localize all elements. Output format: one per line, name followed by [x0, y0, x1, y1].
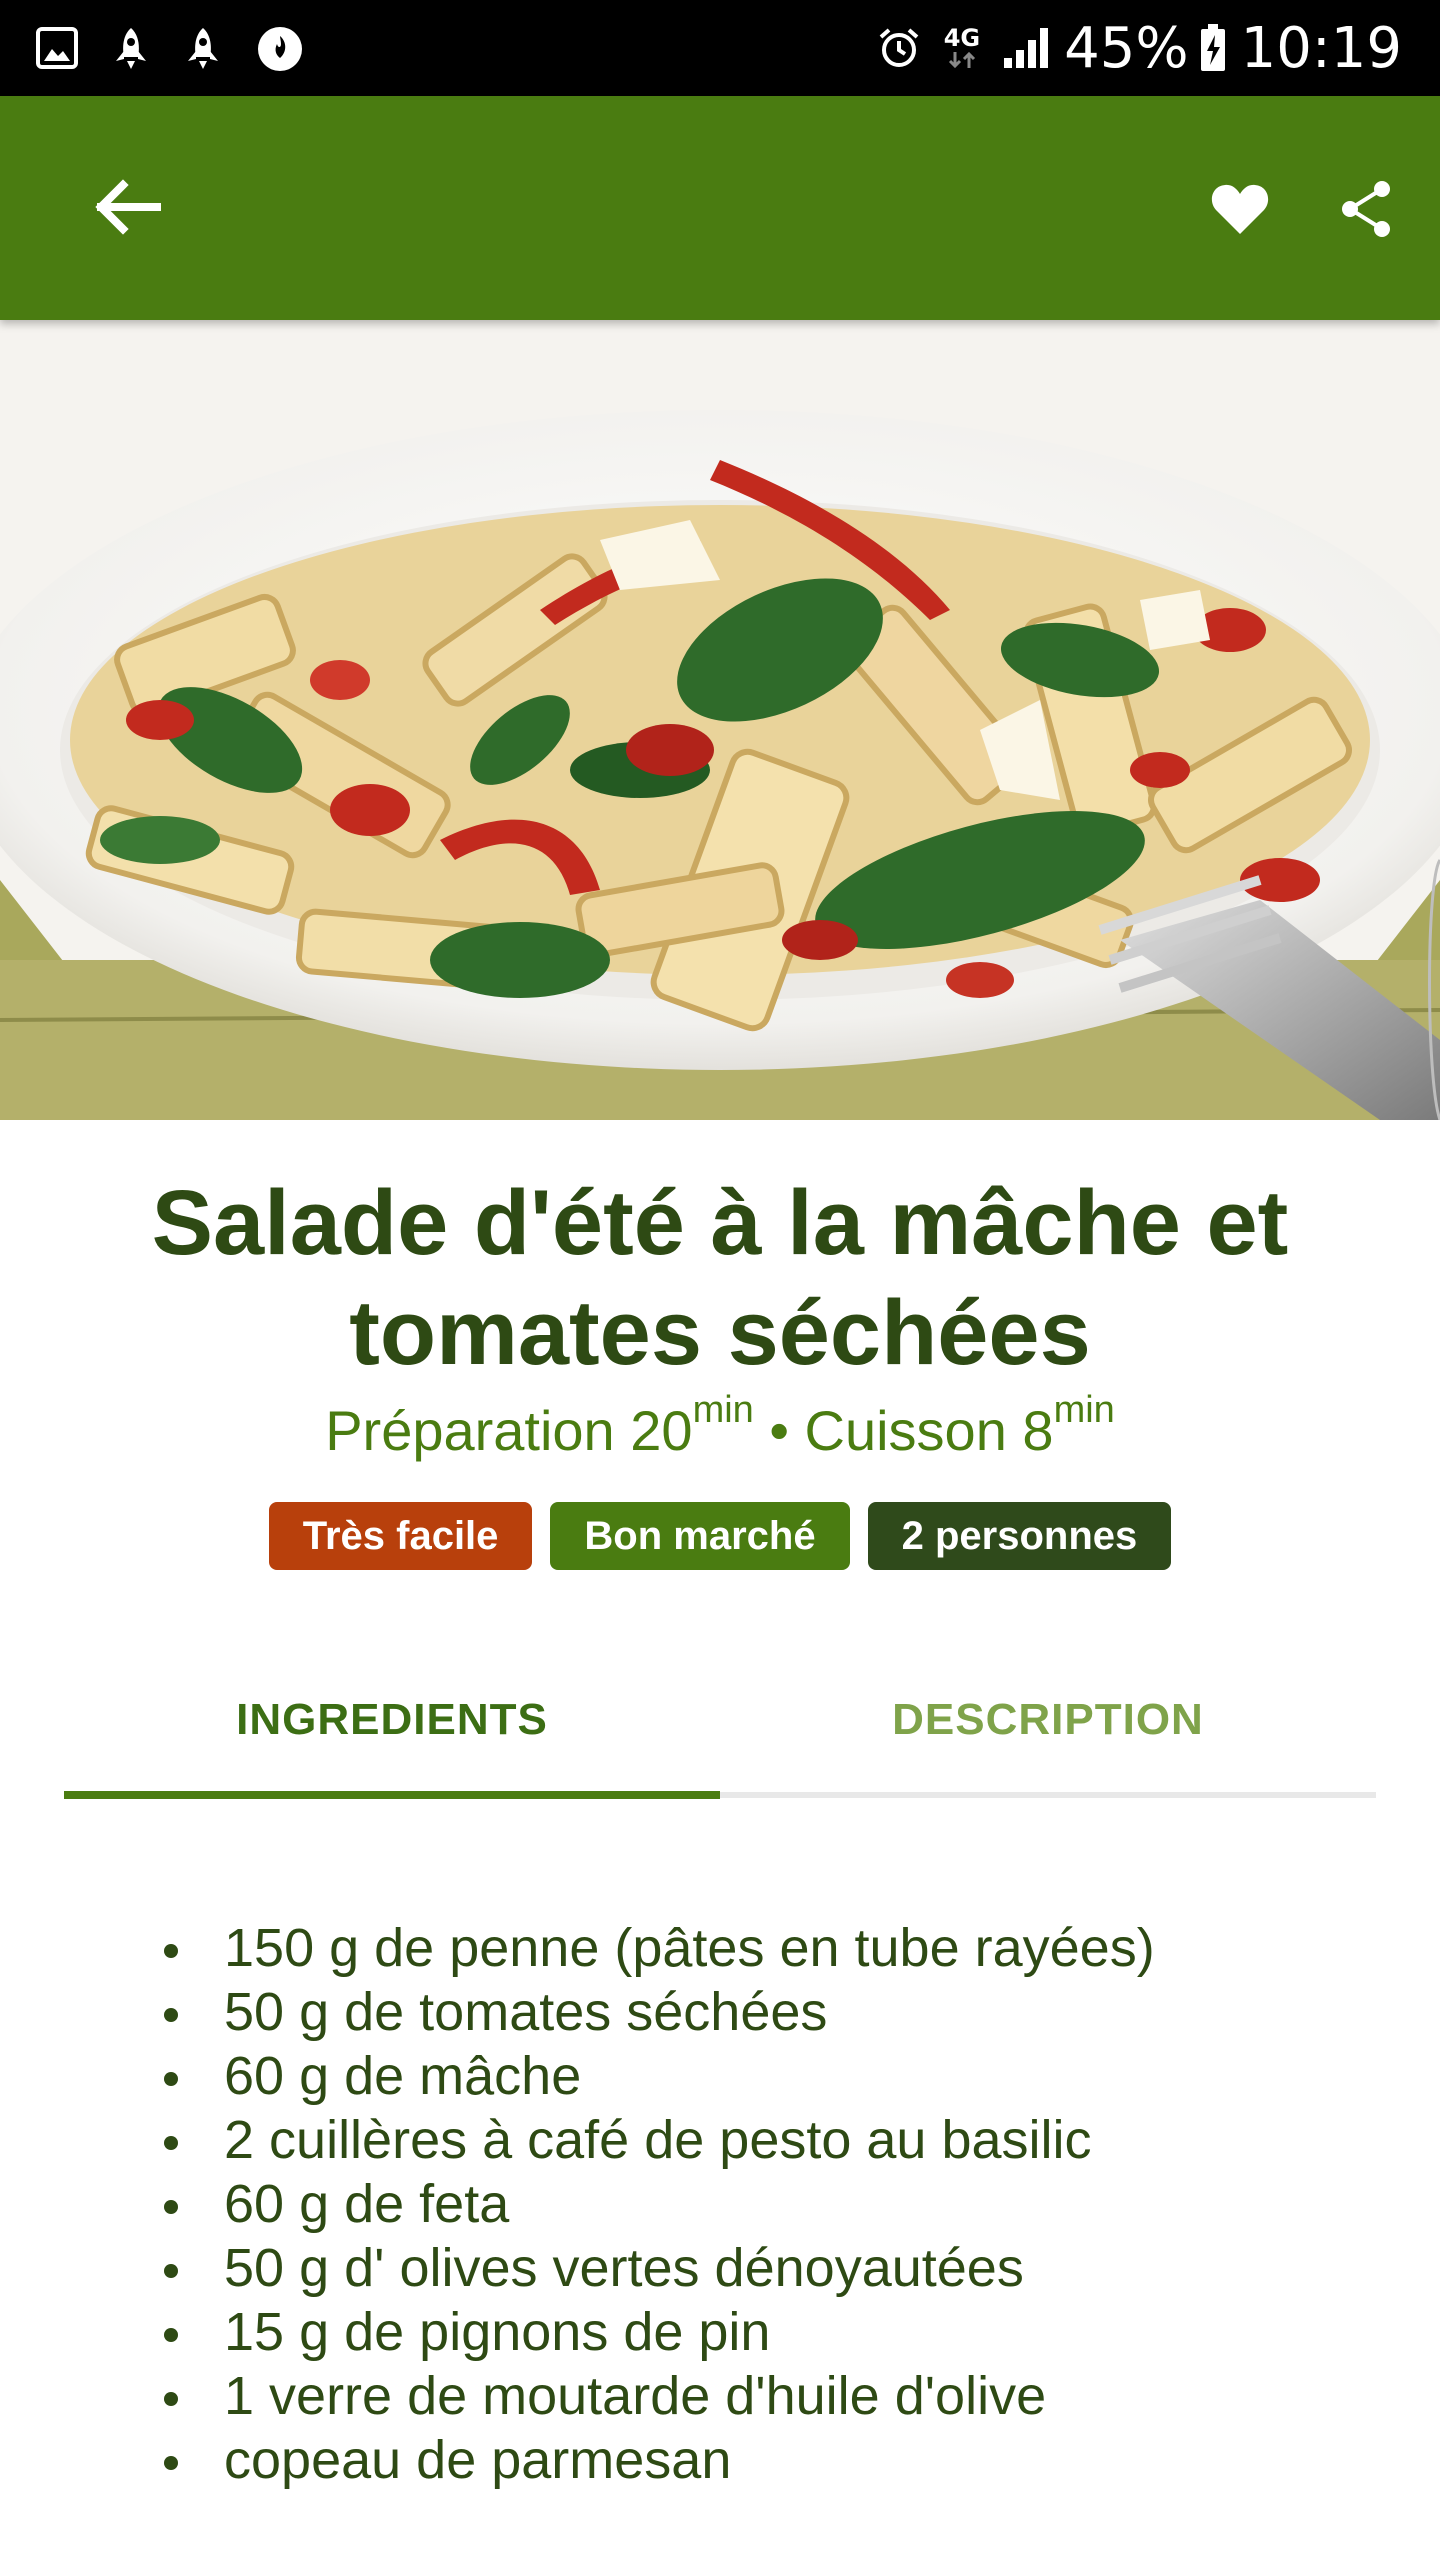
list-item: 150 g de penne (pâtes en tube rayées)	[160, 1916, 1360, 1980]
list-item: 1 verre de moutarde d'huile d'olive	[160, 2364, 1360, 2428]
cook-time-label: Cuisson 8	[804, 1399, 1054, 1462]
status-system: 4G 45% 10:19	[854, 16, 1402, 81]
ingredient-list: 150 g de penne (pâtes en tube rayées) 50…	[160, 1916, 1360, 2492]
gallery-icon	[34, 25, 80, 71]
clock: 10:19	[1240, 15, 1402, 81]
times-separator: •	[753, 1399, 805, 1462]
share-button[interactable]	[1322, 166, 1410, 252]
list-item: 2 cuillères à café de pesto au basilic	[160, 2108, 1360, 2172]
list-item: 15 g de pignons de pin	[160, 2300, 1360, 2364]
servings-badge: 2 personnes	[867, 1502, 1172, 1570]
network-type-label: 4G	[943, 24, 981, 52]
recipe-badges: Très facile Bon marché 2 personnes	[0, 1502, 1440, 1570]
tab-active-indicator	[64, 1791, 720, 1799]
difficulty-badge: Très facile	[268, 1502, 533, 1570]
heart-icon	[1211, 184, 1269, 234]
battery-percent: 45%	[1064, 15, 1189, 81]
status-bar: 4G 45% 10:19	[0, 0, 1440, 96]
list-item: 50 g de tomates séchées	[160, 1980, 1360, 2044]
rocket-icon	[182, 25, 224, 71]
prep-time-unit: min	[692, 1389, 754, 1431]
recipe-title: Salade d'été à la mâche et tomates séché…	[151, 1172, 1289, 1384]
arrow-left-icon	[95, 179, 161, 235]
4g-data-icon: 4G	[944, 26, 980, 70]
cook-time-unit: min	[1053, 1389, 1115, 1431]
recipe-times: Préparation 20min • Cuisson 8min	[0, 1391, 1440, 1463]
app-bar	[0, 96, 1440, 320]
recipe-photo	[0, 320, 1440, 1120]
list-item: 60 g de mâche	[160, 2044, 1360, 2108]
alarm-icon	[876, 25, 922, 71]
tab-bar: INGREDIENTS DESCRIPTION	[64, 1648, 1376, 1800]
signal-icon	[1002, 26, 1050, 70]
price-badge: Bon marché	[550, 1502, 850, 1570]
favorite-button[interactable]	[1196, 166, 1284, 252]
rocket-icon	[110, 25, 152, 71]
pasta-salad-photo	[0, 320, 1440, 1120]
status-notifications	[34, 22, 336, 74]
battery-charging-icon	[1199, 23, 1227, 73]
back-button[interactable]	[78, 162, 178, 252]
tab-description[interactable]: DESCRIPTION	[720, 1648, 1376, 1792]
prep-time-label: Préparation 20	[325, 1399, 693, 1462]
list-item: 60 g de feta	[160, 2172, 1360, 2236]
flame-app-icon	[254, 22, 306, 74]
share-icon	[1342, 181, 1390, 237]
list-item: copeau de parmesan	[160, 2428, 1360, 2492]
tab-ingredients[interactable]: INGREDIENTS	[64, 1648, 720, 1792]
list-item: 50 g d' olives vertes dénoyautées	[160, 2236, 1360, 2300]
